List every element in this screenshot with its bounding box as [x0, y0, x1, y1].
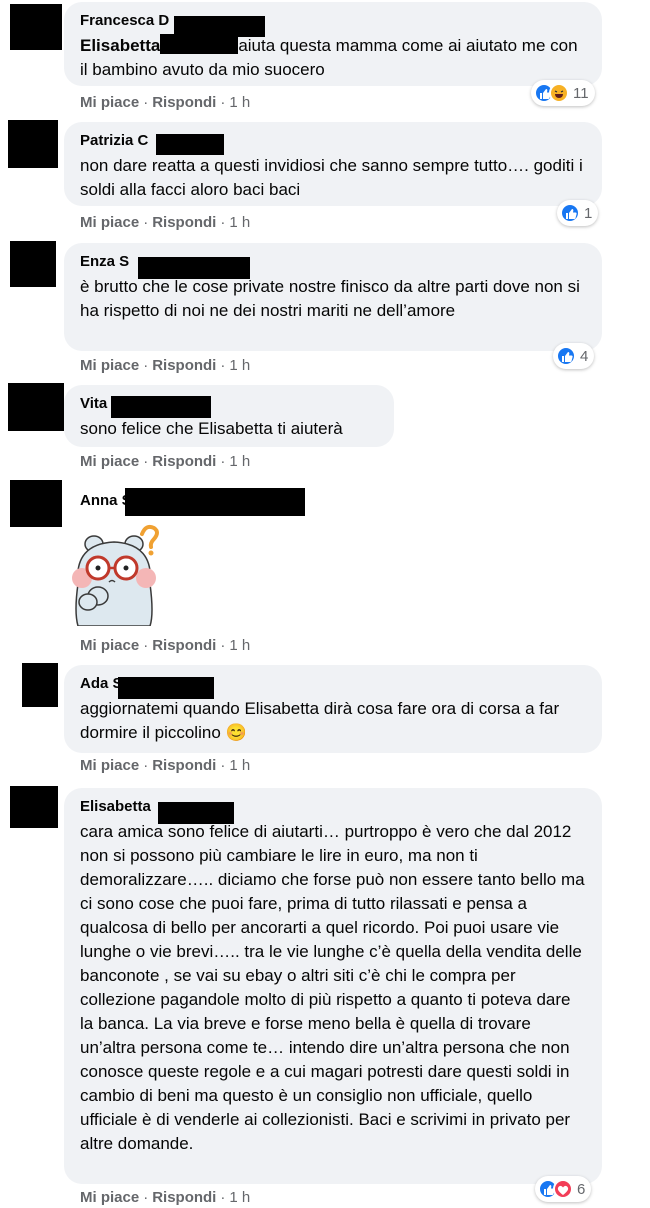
- comment-text: non dare reatta a questi invidiosi che s…: [80, 156, 588, 199]
- reaction-count: 4: [580, 347, 589, 365]
- reaction-summary[interactable]: 6: [535, 1176, 592, 1202]
- reaction-count: 1: [584, 204, 593, 222]
- reply-link[interactable]: Rispondi: [152, 1189, 216, 1206]
- comment-text: aggiornatemi quando Elisabetta dirà cosa…: [80, 699, 564, 742]
- like-link[interactable]: Mi piace: [80, 637, 139, 654]
- reaction-summary[interactable]: 11: [531, 80, 595, 106]
- like-reaction-icon: [560, 203, 580, 223]
- avatar[interactable]: [10, 480, 62, 527]
- avatar[interactable]: [8, 383, 64, 431]
- timestamp[interactable]: 1 h: [229, 94, 250, 111]
- comment-actions: Mi piace · Rispondi · 1 h: [80, 637, 251, 654]
- like-link[interactable]: Mi piace: [80, 757, 139, 774]
- reply-link[interactable]: Rispondi: [152, 94, 216, 111]
- comment: Enza S è brutto che le cose private nost…: [0, 241, 650, 379]
- avatar[interactable]: [8, 120, 58, 168]
- timestamp[interactable]: 1 h: [229, 214, 250, 231]
- comment: Elisabetta cara amica sono felice di aiu…: [0, 786, 650, 1208]
- comment-bubble: Vita sono felice che Elisabetta ti aiute…: [64, 385, 394, 447]
- comment: Patrizia C non dare reatta a questi invi…: [0, 120, 650, 235]
- mention-link[interactable]: Elisabetta: [80, 36, 160, 55]
- comment-author[interactable]: Ada S: [80, 675, 123, 692]
- comment-text: cara amica sono felice di aiutarti… purt…: [80, 822, 590, 1153]
- haha-reaction-icon: [549, 83, 569, 103]
- redaction-bar: [156, 134, 224, 155]
- love-reaction-icon: [553, 1179, 573, 1199]
- redaction-bar: [158, 802, 234, 824]
- timestamp[interactable]: 1 h: [229, 757, 250, 774]
- comment: Francesca D Elisabetta aiuta questa mamma…: [0, 0, 650, 115]
- avatar[interactable]: [10, 241, 56, 287]
- timestamp[interactable]: 1 h: [229, 357, 250, 374]
- comment-actions: Mi piace · Rispondi · 1 h: [80, 94, 251, 111]
- comment-text: sono felice che Elisabetta ti aiuterà: [80, 419, 343, 438]
- comment: Anna S Mi piace · Rispondi · 1 h: [0, 480, 650, 660]
- redaction-bar: [160, 34, 239, 54]
- like-reaction-icon: [556, 346, 576, 366]
- comment-author[interactable]: Enza S: [80, 253, 129, 270]
- comment-bubble: Patrizia C non dare reatta a questi invi…: [64, 122, 602, 206]
- like-link[interactable]: Mi piace: [80, 1189, 139, 1206]
- reply-link[interactable]: Rispondi: [152, 453, 216, 470]
- like-link[interactable]: Mi piace: [80, 94, 139, 111]
- comment-actions: Mi piace · Rispondi · 1 h: [80, 214, 251, 231]
- comment-author[interactable]: Anna S: [80, 492, 132, 509]
- comment-actions: Mi piace · Rispondi · 1 h: [80, 757, 251, 774]
- comment-actions: Mi piace · Rispondi · 1 h: [80, 453, 251, 470]
- comment-text: Elisabetta aiuta questa mamma come ai aiu…: [80, 34, 583, 79]
- comment-bubble: Elisabetta cara amica sono felice di aiu…: [64, 788, 602, 1184]
- reply-link[interactable]: Rispondi: [152, 637, 216, 654]
- redaction-bar: [174, 16, 265, 37]
- reaction-count: 11: [573, 84, 589, 102]
- like-link[interactable]: Mi piace: [80, 453, 139, 470]
- reaction-count: 6: [577, 1180, 586, 1198]
- comment-author[interactable]: Elisabetta: [80, 798, 151, 815]
- timestamp[interactable]: 1 h: [229, 637, 250, 654]
- timestamp[interactable]: 1 h: [229, 1189, 250, 1206]
- avatar[interactable]: [10, 4, 62, 50]
- redaction-bar: [111, 396, 211, 418]
- comment-author[interactable]: Patrizia C: [80, 132, 148, 149]
- reply-link[interactable]: Rispondi: [152, 357, 216, 374]
- comment-actions: Mi piace · Rispondi · 1 h: [80, 357, 251, 374]
- comment: Vita sono felice che Elisabetta ti aiute…: [0, 383, 650, 478]
- confused-bear-sticker[interactable]: [64, 522, 174, 627]
- redaction-bar: [138, 257, 250, 279]
- comment: Ada S aggiornatemi quando Elisabetta dir…: [0, 663, 650, 783]
- reply-link[interactable]: Rispondi: [152, 214, 216, 231]
- avatar[interactable]: [10, 786, 58, 828]
- comment-bubble: Francesca D Elisabetta aiuta questa mamma…: [64, 2, 602, 86]
- comment-bubble: Enza S è brutto che le cose private nost…: [64, 243, 602, 351]
- comment-author[interactable]: Vita: [80, 395, 107, 412]
- avatar[interactable]: [22, 663, 58, 707]
- like-link[interactable]: Mi piace: [80, 214, 139, 231]
- reaction-summary[interactable]: 4: [553, 343, 595, 369]
- reaction-summary[interactable]: 1: [557, 200, 599, 226]
- like-link[interactable]: Mi piace: [80, 357, 139, 374]
- comment-text: è brutto che le cose private nostre fini…: [80, 277, 585, 320]
- comment-author[interactable]: Francesca D: [80, 12, 169, 29]
- redaction-bar: [118, 677, 214, 699]
- comment-actions: Mi piace · Rispondi · 1 h: [80, 1189, 251, 1206]
- comment-bubble: Ada S aggiornatemi quando Elisabetta dir…: [64, 665, 602, 753]
- timestamp[interactable]: 1 h: [229, 453, 250, 470]
- reply-link[interactable]: Rispondi: [152, 757, 216, 774]
- redaction-bar: [125, 488, 305, 516]
